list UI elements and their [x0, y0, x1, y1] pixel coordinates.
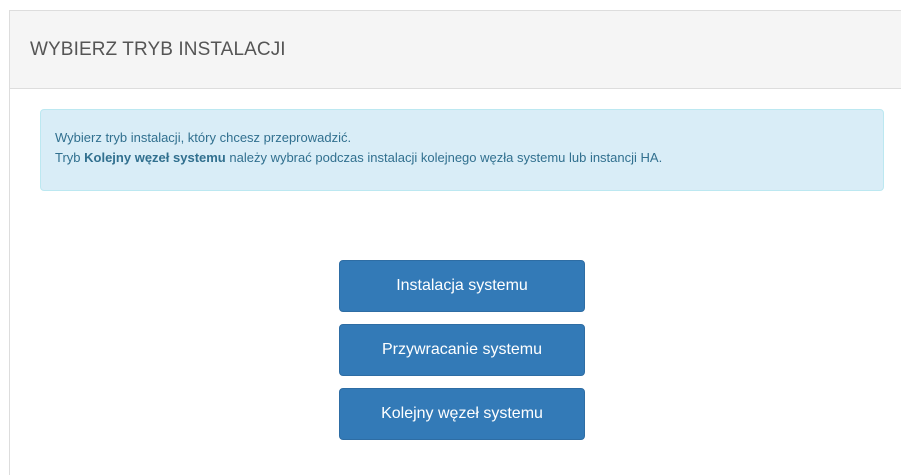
mode-buttons: Instalacja systemu Przywracanie systemu … [339, 260, 585, 452]
install-mode-panel: WYBIERZ TRYB INSTALACJI Wybierz tryb ins… [9, 10, 901, 475]
info-line-2-prefix: Tryb [55, 150, 85, 165]
info-alert: Wybierz tryb instalacji, który chcesz pr… [40, 109, 884, 191]
panel-title: WYBIERZ TRYB INSTALACJI [30, 38, 286, 60]
restore-system-button[interactable]: Przywracanie systemu [339, 324, 585, 376]
info-line-2-suffix: należy wybrać podczas instalacji kolejne… [225, 150, 663, 165]
install-system-button[interactable]: Instalacja systemu [339, 260, 585, 312]
info-line-1: Wybierz tryb instalacji, który chcesz pr… [55, 130, 352, 145]
panel-heading: WYBIERZ TRYB INSTALACJI [10, 11, 901, 89]
info-line-2: Tryb Kolejny węzeł systemu należy wybrać… [55, 148, 869, 168]
next-node-button[interactable]: Kolejny węzeł systemu [339, 388, 585, 440]
info-line-2-bold: Kolejny węzeł systemu [84, 150, 226, 165]
